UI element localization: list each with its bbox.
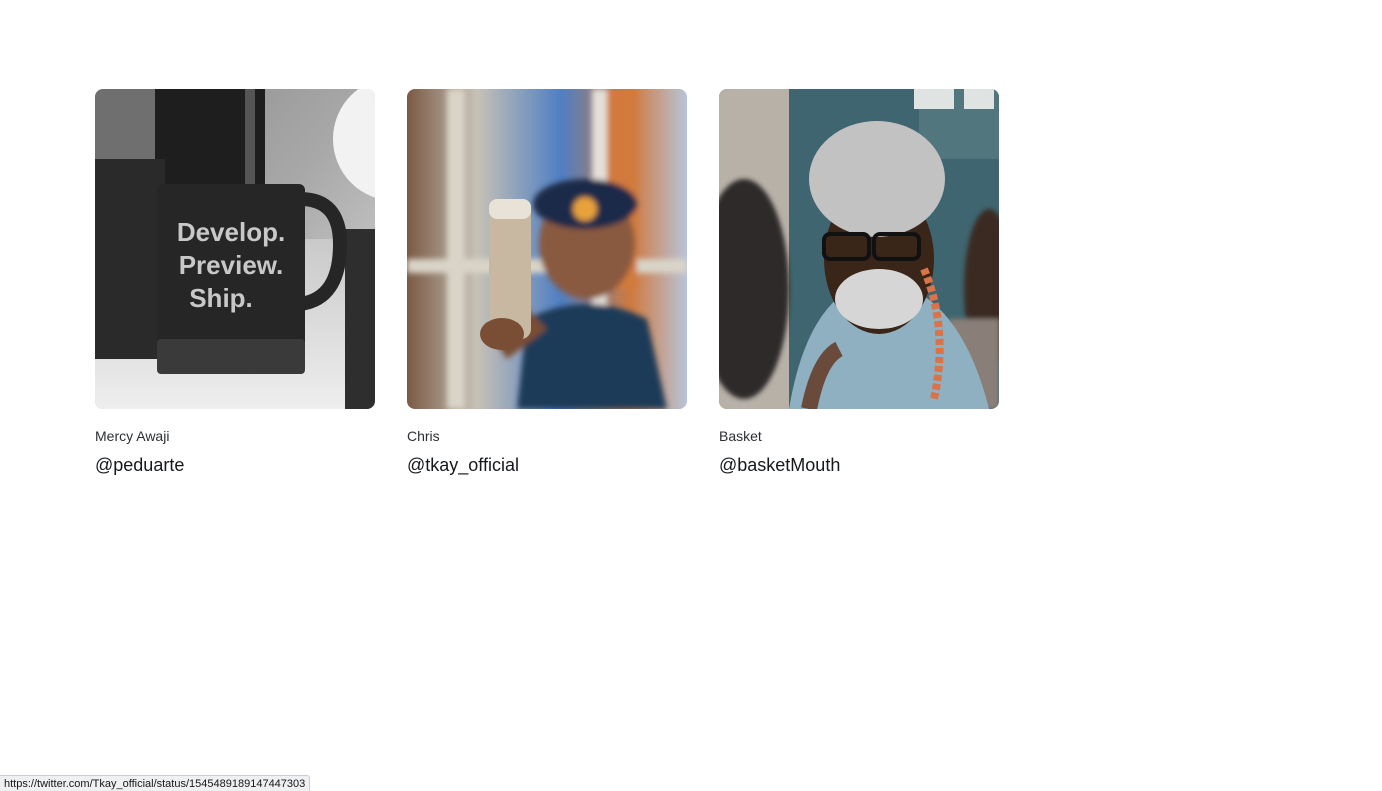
profile-handle[interactable]: @basketMouth <box>719 455 999 475</box>
profile-name: Chris <box>407 428 440 444</box>
profile-card-basketmouth[interactable]: Basket @basketMouth <box>719 89 999 475</box>
profile-name: Basket <box>719 428 762 444</box>
profile-card-peduarte[interactable]: Develop. Preview. Ship. Mercy Awaji @ped… <box>95 89 375 475</box>
profile-handle[interactable]: @peduarte <box>95 455 375 475</box>
profile-card-tkay-official[interactable]: Chris @tkay_official <box>407 89 687 475</box>
status-bar-link-preview: https://twitter.com/Tkay_official/status… <box>0 775 311 791</box>
mug-text-line-3: Ship. <box>189 283 253 313</box>
profile-cards: Develop. Preview. Ship. Mercy Awaji @ped… <box>95 89 999 475</box>
mug-text-line-2: Preview. <box>179 250 284 280</box>
elderly-man-photo[interactable] <box>719 89 999 409</box>
mug-text-line-1: Develop. <box>177 217 285 247</box>
mug-photo[interactable]: Develop. Preview. Ship. <box>95 89 375 409</box>
woman-with-wrap-photo[interactable] <box>407 89 687 409</box>
profile-name: Mercy Awaji <box>95 428 170 444</box>
profile-handle[interactable]: @tkay_official <box>407 455 687 475</box>
